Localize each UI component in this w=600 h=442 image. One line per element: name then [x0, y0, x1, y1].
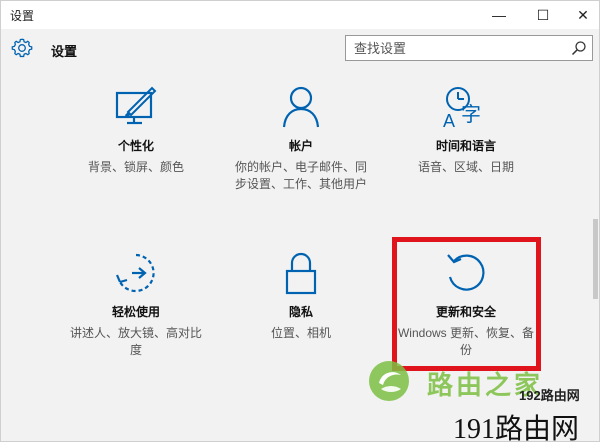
scrollbar-thumb[interactable]: [593, 219, 598, 299]
search-input[interactable]: [346, 36, 564, 60]
watermark-site-large: 191路由网: [453, 414, 580, 442]
tile-time-language[interactable]: A 字 时间和语言 语音、区域、日期: [391, 85, 541, 176]
close-icon: ✕: [577, 6, 589, 23]
maximize-button[interactable]: ☐: [525, 1, 561, 29]
watermark-logo-icon: [369, 361, 409, 401]
svg-text:字: 字: [461, 102, 481, 126]
red-highlight-box: [392, 237, 541, 371]
tile-personalization[interactable]: 个性化 背景、锁屏、颜色: [61, 85, 211, 176]
page-title: 设置: [51, 44, 78, 59]
tile-name: 个性化: [117, 139, 154, 153]
svg-text:A: A: [443, 111, 455, 129]
minimize-button[interactable]: —: [481, 1, 517, 29]
tile-privacy[interactable]: 隐私 位置、相机: [226, 251, 376, 342]
settings-header: 设置: [1, 29, 599, 69]
tile-desc: 讲述人、放大镜、高对比度: [69, 326, 202, 357]
personalization-icon: [115, 86, 157, 125]
tile-desc: 你的帐户、电子邮件、同步设置、工作、其他用户: [234, 160, 367, 191]
window-title: 设置: [10, 9, 35, 23]
tile-name: 隐私: [288, 305, 313, 319]
tile-name: 帐户: [288, 139, 313, 153]
clock-language-icon: A 字: [443, 87, 481, 129]
tile-accounts[interactable]: 帐户 你的帐户、电子邮件、同步设置、工作、其他用户: [226, 85, 376, 193]
tile-desc: 背景、锁屏、颜色: [87, 160, 184, 174]
search-icon[interactable]: [571, 40, 587, 56]
title-bar[interactable]: 设置 — ☐ ✕: [1, 1, 599, 29]
gear-icon: [11, 38, 33, 58]
search-box[interactable]: [345, 35, 593, 61]
person-icon: [282, 86, 320, 128]
close-button[interactable]: ✕: [565, 1, 600, 29]
tile-name: 时间和语言: [435, 139, 496, 153]
maximize-icon: ☐: [536, 6, 550, 23]
minimize-icon: —: [492, 7, 506, 23]
watermark-site-small: 192路由网: [519, 388, 580, 403]
watermark: 路由之家 192路由网 191路由网: [367, 357, 600, 442]
tile-desc: 语音、区域、日期: [417, 160, 514, 174]
settings-window: 设置 — ☐ ✕ 设置 个性化 背景、锁屏、颜色: [0, 0, 600, 442]
tile-desc: 位置、相机: [270, 326, 331, 340]
lock-icon: [285, 252, 317, 295]
tile-name: 轻松使用: [111, 305, 160, 319]
ease-of-access-icon: [115, 253, 155, 293]
tile-ease-of-access[interactable]: 轻松使用 讲述人、放大镜、高对比度: [61, 251, 211, 359]
